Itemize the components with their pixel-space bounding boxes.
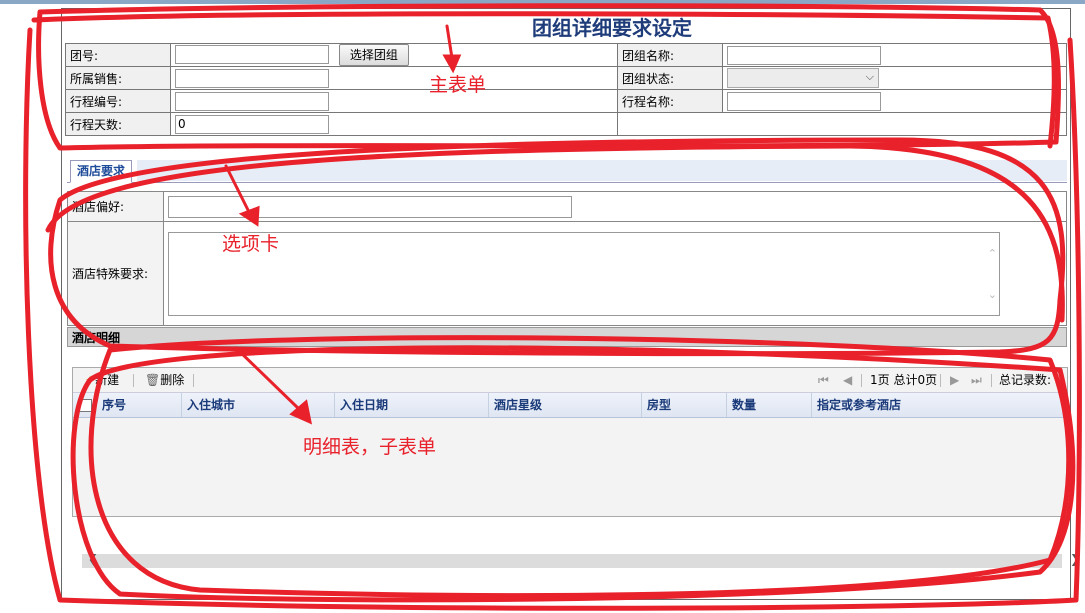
arrow-main-form-head xyxy=(442,54,462,74)
circle-tab-card-2 xyxy=(45,143,1065,323)
circle-detail xyxy=(88,335,1072,599)
arrow-main-form xyxy=(445,24,454,60)
circle-outer xyxy=(23,27,1082,611)
circle-main-form xyxy=(36,3,1062,151)
arrow-detail xyxy=(234,346,302,412)
annotation-main-form: 主表单 xyxy=(429,74,487,96)
annotation-markup xyxy=(23,3,1082,611)
circle-main-form-2 xyxy=(31,11,1057,149)
arrow-tab-card xyxy=(224,164,252,216)
annotation-detail-table: 明细表，子表单 xyxy=(303,436,437,458)
circle-detail-2 xyxy=(70,345,1076,603)
annotation-tab-card: 选项卡 xyxy=(222,233,280,255)
arrow-tab-card-head xyxy=(238,205,260,227)
